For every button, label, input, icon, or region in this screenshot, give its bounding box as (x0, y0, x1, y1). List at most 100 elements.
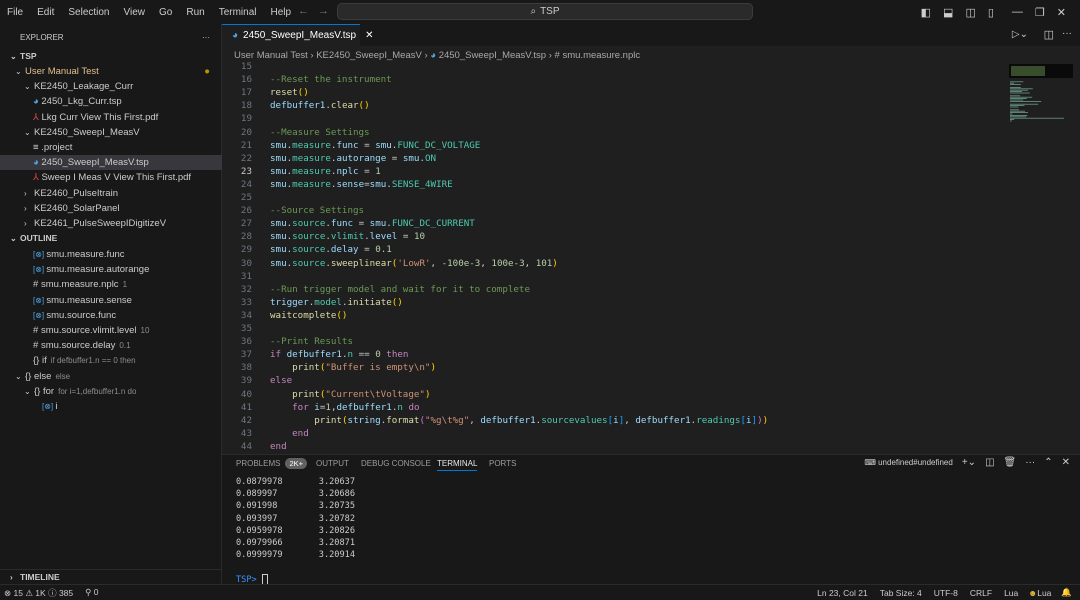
split-editor-icon[interactable]: ◫ (1044, 28, 1054, 41)
close-window-button[interactable]: ✕ (1057, 6, 1066, 19)
timeline-section[interactable]: › TIMELINE (0, 569, 222, 584)
code-token: -100e-3 (441, 257, 481, 269)
command-center-search[interactable]: ⌕ TSP (337, 3, 753, 20)
outline-item[interactable]: {} if if defbuffer1.n == 0 then (0, 353, 222, 368)
menu-run[interactable]: Run (179, 7, 211, 18)
code-token: then (386, 349, 409, 361)
encoding[interactable]: UTF-8 (934, 588, 958, 598)
toggle-sidebar-icon[interactable]: ◧ (921, 6, 931, 19)
outline-item[interactable]: [⊗] smu.measure.func (0, 247, 222, 262)
close-panel-icon[interactable]: ✕ (1062, 457, 1070, 468)
code-editor[interactable]: 15 16 --Reset the instrument 17 reset() 18 def… (222, 61, 1002, 454)
line-ending[interactable]: CRLF (970, 588, 992, 598)
code-token: func (336, 139, 359, 151)
lua-extension-status[interactable]: ☻Lua (1028, 588, 1051, 598)
outline-item[interactable]: ⌄{} for for i=1,defbuffer1.n do (0, 384, 222, 399)
maximize-panel-icon[interactable]: ⌃ (1044, 457, 1052, 468)
outline-item[interactable]: # smu.source.vlimit.level 10 (0, 323, 222, 338)
line-number: 28 (240, 231, 252, 243)
more-actions-icon[interactable]: ··· (1062, 28, 1072, 39)
file-file-icon: ≡ (33, 142, 42, 153)
minimap-line (1010, 81, 1024, 83)
outline-item[interactable]: # smu.measure.nplc 1 (0, 277, 222, 292)
tree-item[interactable]: ◕ 2450_Lkg_Curr.tsp (0, 94, 222, 109)
minimap[interactable] (1009, 64, 1073, 124)
line-number: 18 (240, 100, 252, 112)
terminal-line: 0.093997 3.20782 (236, 513, 355, 524)
tree-item[interactable]: › KE2460_PulseItrain (0, 186, 222, 201)
line-number: 26 (240, 205, 252, 217)
tab-2450-sweepi-measv[interactable]: ◕ 2450_SweepI_MeasV.tsp ✕ (222, 24, 373, 46)
breadcrumb-item[interactable]: 2450_SweepI_MeasV.tsp (439, 50, 546, 61)
minimize-button[interactable]: — (1012, 6, 1023, 18)
tree-item[interactable]: › KE2461_PulseSweepIDigitizeV (0, 216, 222, 231)
minimap-line (1010, 82, 1015, 84)
tree-item[interactable]: › KE2460_SolarPanel (0, 201, 222, 216)
panel-tab-problems[interactable]: PROBLEMS 2K+ (236, 458, 308, 469)
toggle-secondary-sidebar-icon[interactable]: ◫ (965, 6, 975, 19)
minimap-line (1010, 117, 1064, 119)
tree-item-label: KE2450_Leakage_Curr (34, 81, 134, 93)
close-tab-icon[interactable]: ✕ (365, 30, 373, 41)
cursor-position[interactable]: Ln 23, Col 21 (817, 588, 868, 598)
menu-selection[interactable]: Selection (61, 7, 116, 18)
tree-item[interactable]: ⌄ KE2450_SweepI_MeasV (0, 125, 222, 140)
outline-item[interactable]: [⊗] smu.measure.sense (0, 293, 222, 308)
outline-item[interactable]: [⊗] smu.measure.autorange (0, 262, 222, 277)
tree-item[interactable]: ⅄ Sweep I Meas V View This First.pdf (0, 170, 222, 185)
panel-tab-ports[interactable]: PORTS (489, 459, 516, 468)
new-terminal-icon[interactable]: +⌄ (962, 457, 976, 468)
tree-item[interactable]: ≡ .project (0, 140, 222, 155)
notifications-icon[interactable]: 🔔 (1061, 587, 1072, 598)
code-token: readings (696, 414, 741, 426)
menu-help[interactable]: Help (264, 7, 299, 18)
breadcrumb-item[interactable]: KE2450_SweepI_MeasV (316, 50, 422, 61)
more-actions-icon[interactable]: ··· (1025, 457, 1035, 468)
terminal-name[interactable]: ⌨ undefined#undefined (864, 458, 953, 467)
tree-item-label: .project (41, 142, 73, 153)
minimap-line (1010, 87, 1021, 88)
problems-status[interactable]: ⊗ 15 ⚠ 1K ⓘ 385 (4, 587, 73, 599)
restore-button[interactable]: ❐ (1035, 6, 1045, 19)
run-icon[interactable]: ▷⌄ (1012, 29, 1028, 40)
line-number: 34 (240, 309, 252, 321)
panel-tab-output[interactable]: OUTPUT (316, 459, 349, 468)
breadcrumb-item[interactable]: User Manual Test (234, 50, 308, 61)
number-icon: # (33, 340, 41, 352)
outline-item[interactable]: ⌄{} else else (0, 369, 222, 384)
code-token: measure (292, 152, 331, 164)
trash-icon[interactable]: 🗑 (1004, 457, 1017, 468)
customize-layout-icon[interactable]: ▯ (988, 6, 994, 19)
tree-item[interactable]: ⅄ Lkg Curr View This First.pdf (0, 110, 222, 125)
tree-item[interactable]: ⌄ KE2450_Leakage_Curr (0, 79, 222, 94)
more-actions-icon[interactable]: ··· (202, 30, 210, 45)
panel-tab-terminal[interactable]: TERMINAL (437, 459, 478, 471)
tab-size[interactable]: Tab Size: 4 (880, 588, 922, 598)
tree-item[interactable]: ◕ 2450_SweepI_MeasV.tsp (0, 155, 222, 171)
outline-item[interactable]: # smu.source.delay 0.1 (0, 338, 222, 353)
terminal-line: 0.0979966 3.20871 (236, 538, 355, 548)
menu-view[interactable]: View (117, 7, 153, 18)
back-arrow-icon[interactable]: ← (298, 5, 309, 17)
outline-section[interactable]: ⌄ OUTLINE (0, 231, 222, 246)
chevron-right-icon: › (546, 50, 555, 61)
tree-item[interactable]: ⌄ User Manual Test ● (0, 64, 222, 79)
line-number: 38 (240, 362, 252, 374)
outline-item[interactable]: [⊗] i (0, 399, 222, 414)
breadcrumb-item[interactable]: smu.measure.nplc (562, 50, 640, 61)
outline-item[interactable]: [⊗] smu.source.func (0, 308, 222, 323)
line-number: 30 (240, 257, 252, 269)
menu-file[interactable]: File (0, 7, 30, 18)
panel-tab-debug-console[interactable]: DEBUG CONSOLE (361, 459, 431, 468)
language-mode[interactable]: Lua (1004, 588, 1018, 598)
minimap-line (1010, 92, 1030, 94)
workspace-root[interactable]: ⌄ TSP (0, 49, 222, 64)
toggle-panel-icon[interactable]: ⬓ (943, 6, 953, 19)
forward-arrow-icon[interactable]: → (318, 5, 329, 17)
split-terminal-icon[interactable]: ◫ (985, 457, 994, 468)
menu-terminal[interactable]: Terminal (212, 7, 264, 18)
code-token: "%g\t%g" (424, 414, 470, 426)
menu-go[interactable]: Go (152, 7, 179, 18)
ports-status[interactable]: ⚲ 0 (85, 587, 98, 598)
menu-edit[interactable]: Edit (30, 7, 61, 18)
